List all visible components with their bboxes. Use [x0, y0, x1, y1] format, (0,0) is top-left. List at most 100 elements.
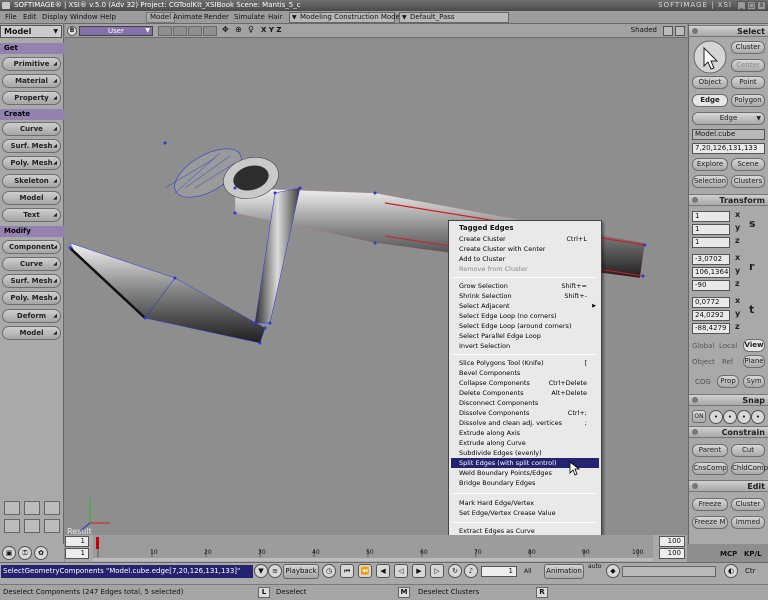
- edit-cluster-button[interactable]: Cluster: [731, 498, 765, 511]
- scale-y-field[interactable]: 1: [692, 224, 730, 235]
- menu-item-add-to-cluster[interactable]: Add to Cluster: [451, 254, 599, 264]
- parent-button[interactable]: Parent: [692, 444, 728, 457]
- collapse-dot-icon[interactable]: [692, 197, 698, 203]
- zoom-icon[interactable]: ⊕: [235, 25, 242, 34]
- edge-button[interactable]: Edge: [692, 94, 728, 107]
- menu-item-create-cluster[interactable]: Create Cluster Ctrl+L: [451, 234, 599, 244]
- timeline-start2-field[interactable]: 1: [65, 548, 89, 559]
- palette-icon[interactable]: [44, 501, 60, 515]
- maximize-button[interactable]: □: [747, 1, 756, 10]
- menu-help[interactable]: Help: [97, 12, 119, 23]
- menu-window[interactable]: Window: [67, 12, 101, 23]
- menu-item-dissolve-components[interactable]: Dissolve Components Ctrl+;: [451, 408, 599, 418]
- menu-edit[interactable]: Edit: [20, 12, 40, 23]
- rotate-z-field[interactable]: -90: [692, 280, 730, 291]
- cluster-button[interactable]: Cluster: [731, 41, 765, 54]
- collapse-dot-icon[interactable]: [692, 28, 698, 34]
- auto-key-toggle[interactable]: auto: [588, 563, 602, 570]
- palette-icon[interactable]: [4, 501, 20, 515]
- translate-x-field[interactable]: 0,0772: [692, 297, 730, 308]
- timeline-end2-field[interactable]: 100: [659, 548, 685, 559]
- selection-button[interactable]: Selection: [692, 175, 728, 188]
- menu-item-edge-loop-no-corners[interactable]: Select Edge Loop (no corners): [451, 311, 599, 321]
- modify-curve-button[interactable]: Curve ◢: [2, 257, 61, 271]
- cnscomp-button[interactable]: CnsComp: [692, 462, 728, 475]
- snap-option-icon[interactable]: •: [751, 410, 765, 424]
- play-forward-icon[interactable]: ▶: [412, 564, 426, 578]
- memo-cam-slot[interactable]: [203, 26, 217, 36]
- collapse-dot-icon[interactable]: [692, 483, 698, 489]
- brush-tool-icon[interactable]: ✿: [34, 546, 48, 560]
- play-backward-icon[interactable]: ◁: [394, 564, 408, 578]
- create-poly-mesh-button[interactable]: Poly. Mesh ◢: [2, 156, 61, 170]
- mesh-lower-leg[interactable]: [69, 242, 266, 344]
- menu-item-extrude-along-axis[interactable]: Extrude along Axis: [451, 428, 599, 438]
- animation-button[interactable]: Animation: [544, 564, 584, 579]
- sound-icon[interactable]: ♪: [464, 564, 478, 578]
- menu-item-grow-selection[interactable]: Grow Selection Shift+=: [451, 281, 599, 291]
- select-arrow-icon[interactable]: [693, 40, 727, 74]
- palette-icon[interactable]: [4, 519, 20, 533]
- scale-z-field[interactable]: 1: [692, 237, 730, 248]
- minimize-button[interactable]: _: [737, 1, 746, 10]
- camera-dropdown[interactable]: User ▼: [79, 26, 153, 36]
- next-frame-icon[interactable]: ▷: [430, 564, 444, 578]
- palette-icon[interactable]: [44, 519, 60, 533]
- key-icon[interactable]: ◆: [606, 564, 620, 578]
- modify-component-button[interactable]: Component ◢: [2, 240, 61, 254]
- center-button[interactable]: Center: [731, 59, 765, 72]
- get-material-button[interactable]: Material ◢: [2, 74, 61, 88]
- freeze-button[interactable]: Freeze: [692, 498, 728, 511]
- menu-item-dissolve-and-clean[interactable]: Dissolve and clean adj. vertices;: [451, 418, 599, 428]
- menu-item-bridge-boundary[interactable]: Bridge Boundary Edges: [451, 478, 599, 488]
- snap-option-icon[interactable]: •: [737, 410, 751, 424]
- timeline[interactable]: 1 1 10 20 30 40 50 60 70 80 90 100 100 1…: [65, 535, 687, 562]
- construction-mode-dropdown[interactable]: ▼ Modeling Construction Mode: [289, 12, 400, 23]
- edge-filter-button[interactable]: Edge ▼: [692, 112, 765, 125]
- menu-item-edge-loop-around-corners[interactable]: Select Edge Loop (around corners): [451, 321, 599, 331]
- pass-dropdown[interactable]: ▼ Default_Pass: [399, 12, 509, 23]
- prev-frame-icon[interactable]: ◀: [376, 564, 390, 578]
- palette-icon[interactable]: [24, 519, 40, 533]
- timeline-start-field[interactable]: 1: [65, 536, 89, 547]
- playback-button[interactable]: Playback: [283, 564, 319, 579]
- viewport-letter-button[interactable]: B: [67, 26, 77, 36]
- ref-ref[interactable]: Ref: [722, 358, 733, 366]
- prop-button[interactable]: Prop: [717, 375, 739, 388]
- polygon-button[interactable]: Polygon: [731, 94, 765, 107]
- current-frame-field[interactable]: 1: [481, 566, 517, 577]
- viewport-maximize-button[interactable]: [675, 26, 685, 36]
- menu-item-shrink-selection[interactable]: Shrink Selection Shift+-: [451, 291, 599, 301]
- menu-file[interactable]: File: [2, 12, 20, 23]
- script-editor-icon[interactable]: ≡: [268, 564, 282, 578]
- object-button[interactable]: Object: [692, 76, 728, 89]
- memo-cam-slot[interactable]: [188, 26, 202, 36]
- timeline-end-field[interactable]: 100: [659, 536, 685, 547]
- modify-surf-mesh-button[interactable]: Surf. Mesh ◢: [2, 274, 61, 288]
- snap-option-icon[interactable]: •: [723, 410, 737, 424]
- viewport-resize-button[interactable]: [663, 26, 673, 36]
- lock-tool-icon[interactable]: ⚿: [18, 546, 32, 560]
- clusters-button[interactable]: Clusters: [731, 175, 765, 188]
- collapse-dot-icon[interactable]: [692, 429, 698, 435]
- camera-icon[interactable]: ♀: [248, 25, 254, 34]
- display-mode-dropdown[interactable]: Shaded: [631, 26, 657, 34]
- translate-y-field[interactable]: 24,0292: [692, 310, 730, 321]
- sym-button[interactable]: Sym: [743, 375, 765, 388]
- menu-item-bevel-components[interactable]: Bevel Components: [451, 368, 599, 378]
- all-toggle[interactable]: All: [524, 568, 531, 575]
- kpl-label[interactable]: KP/L: [744, 550, 762, 558]
- selection-indices-field[interactable]: 7,20,126,131,133: [692, 143, 765, 154]
- menu-item-select-adjacent[interactable]: Select Adjacent ▶: [451, 301, 599, 311]
- command-dropdown-icon[interactable]: ▼: [254, 564, 268, 578]
- prev-key-icon[interactable]: ⏪: [358, 564, 372, 578]
- timeline-ruler[interactable]: [93, 535, 653, 561]
- snap-option-icon[interactable]: •: [709, 410, 723, 424]
- modify-deform-button[interactable]: Deform ◢: [2, 309, 61, 323]
- create-model-button[interactable]: Model ◢: [2, 191, 61, 205]
- module-hair[interactable]: Hair: [265, 12, 285, 23]
- menu-item-delete-components[interactable]: Delete Components Alt+Delete: [451, 388, 599, 398]
- create-surf-mesh-button[interactable]: Surf. Mesh ◢: [2, 139, 61, 153]
- rotate-y-field[interactable]: 106,1364: [692, 267, 730, 278]
- ref-view[interactable]: View: [743, 339, 765, 352]
